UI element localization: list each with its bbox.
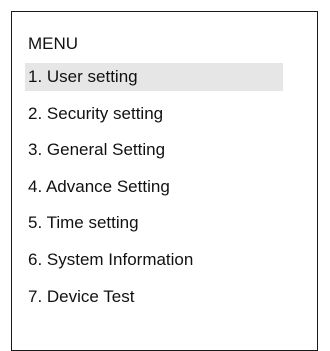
menu-item-security-setting[interactable]: 2. Security setting — [25, 100, 283, 128]
menu-panel: MENU 1. User setting 2. Security setting… — [11, 11, 318, 351]
menu-item-advance-setting[interactable]: 4. Advance Setting — [25, 173, 283, 201]
menu-title: MENU — [28, 34, 79, 53]
menu-item-system-information[interactable]: 6. System Information — [25, 246, 283, 274]
menu-item-general-setting[interactable]: 3. General Setting — [25, 136, 283, 164]
menu-item-time-setting[interactable]: 5. Time setting — [25, 209, 283, 237]
menu-list: 1. User setting 2. Security setting 3. G… — [25, 63, 283, 319]
menu-item-user-setting[interactable]: 1. User setting — [25, 63, 283, 91]
menu-item-device-test[interactable]: 7. Device Test — [25, 283, 283, 311]
